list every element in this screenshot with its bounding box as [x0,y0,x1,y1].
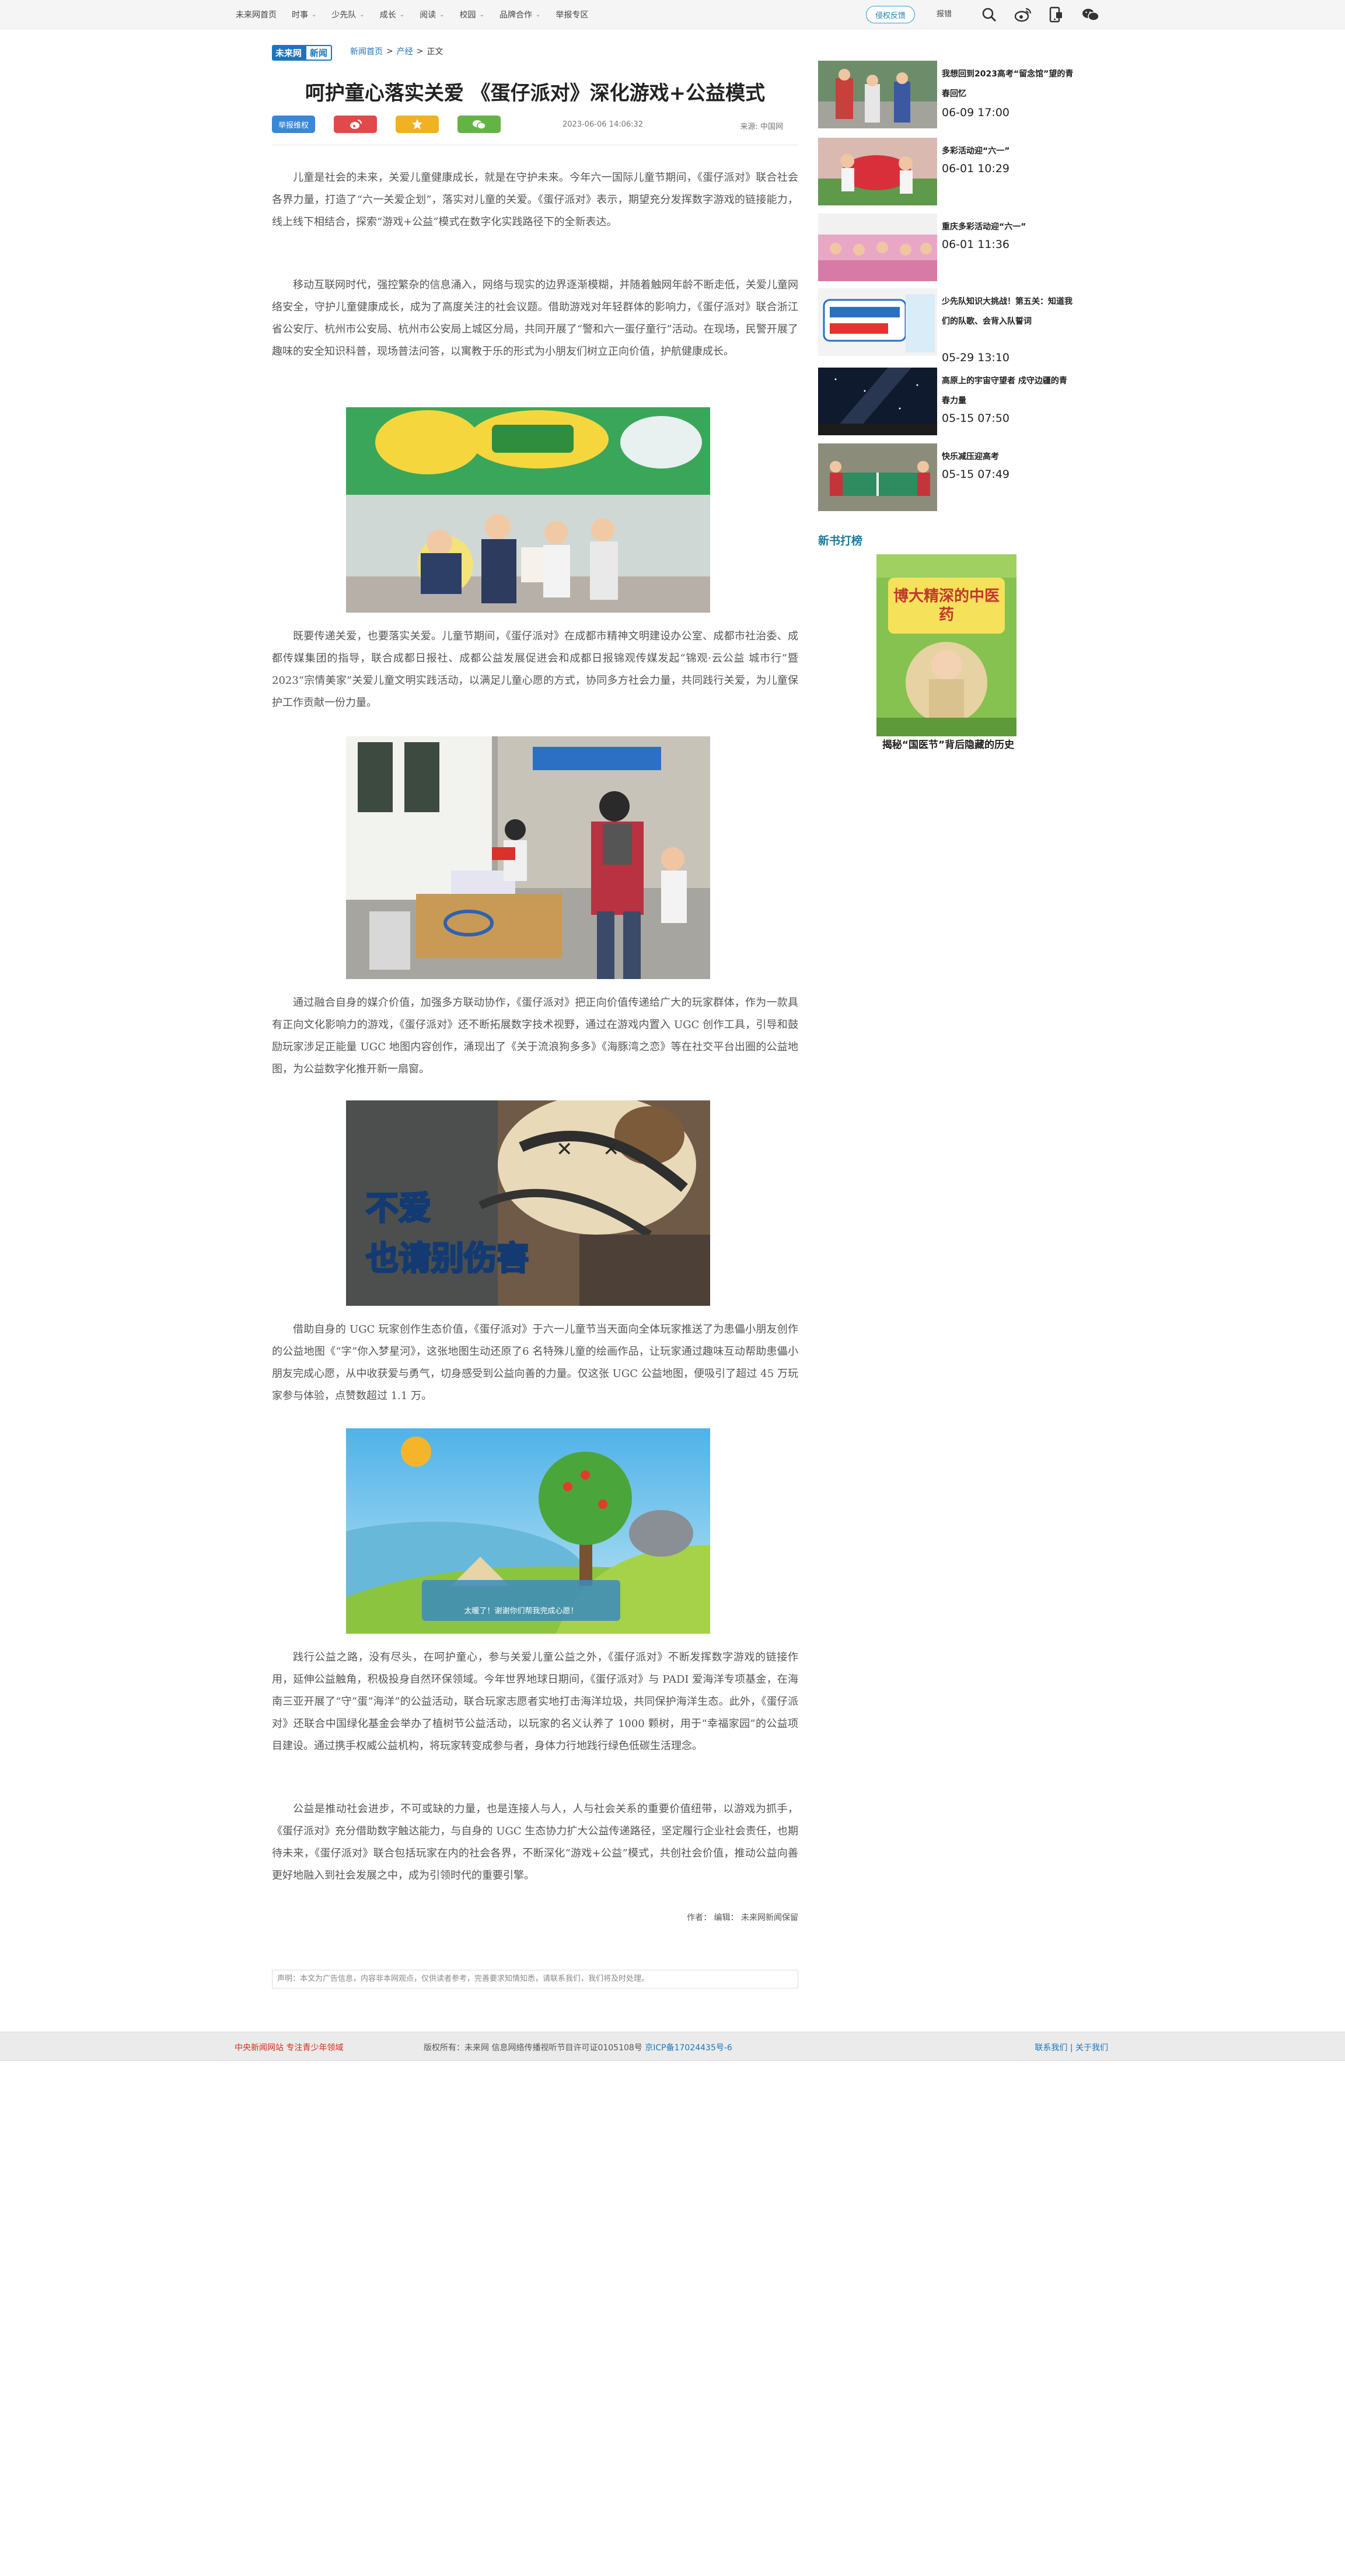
chevron-down-icon: ⌄ [439,11,445,18]
sidebar-news-date: 06-01 10:29 [942,162,1010,175]
mobile-icon[interactable] [1046,5,1065,25]
breadcrumb-section-link[interactable]: 产经 [397,46,413,57]
weibo-share-icon[interactable] [334,116,377,133]
breadcrumb-separator: > [416,47,424,56]
weibo-icon[interactable] [1013,5,1033,25]
article-paragraph: 儿童是社会的未来，关爱儿童健康成长，就是在守护未来。今年六一国际儿童节期间，《蛋… [272,172,798,228]
sidebar-news-item[interactable]: 高原上的宇宙守望者 戍守边疆的青春力量 05-15 07:50 [818,368,1075,438]
sidebar-thumbnail[interactable] [818,368,937,435]
sidebar-news-title[interactable]: 少先队知识大挑战！第五关：知道我们的队歌、会背入队誓词 [942,292,1074,331]
chevron-down-icon: ⌄ [479,11,484,18]
nav-item-home[interactable]: 未来网首页 [236,9,277,20]
game-overlay-text-line1: 不爱 [365,1189,432,1229]
sidebar-news-item[interactable]: 多彩活动迎“六一” 06-01 10:29 [818,138,1075,208]
book-caption[interactable]: 揭秘“国医节”背后隐藏的历史 [875,736,1021,751]
game-caption: 太暖了！谢谢你们帮我完成心愿！ [464,1607,578,1616]
footer-icp-link[interactable]: 京ICP备17024435号-6 [645,2043,732,2053]
publish-time: 2023-06-06 14:06:32 [563,120,644,129]
sidebar-news-item[interactable]: 快乐减压迎高考 05-15 07:49 [818,443,1075,513]
sidebar-thumbnail[interactable] [818,61,937,128]
sidebar-news-item[interactable]: 我想回到2023高考“留念馆”望的青春回忆 06-09 17:00 [818,61,1075,131]
logo-text-secondary: 新闻 [305,44,333,61]
qzone-share-icon[interactable] [396,116,439,133]
sidebar-thumbnail[interactable] [818,288,937,356]
sidebar-news-title[interactable]: 我想回到2023高考“留念馆”望的青春回忆 [942,64,1074,104]
nav-label: 未来网首页 [236,11,277,20]
article-photo-game-world: 太暖了！谢谢你们帮我完成心愿！ [346,1428,710,1634]
chevron-down-icon: ⌄ [359,11,365,18]
book-cover-title: 博大精深的中医药 [893,588,1000,624]
wechat-icon[interactable] [1081,5,1101,25]
nav-label: 时事 [292,11,308,20]
nav-item-report-zone[interactable]: 举报专区 [556,9,588,20]
top-bar: 未来网首页 时事 ⌄ 少先队 ⌄ 成长 ⌄ 阅读 ⌄ 校园 ⌄ 品牌合作 ⌄ 举报专区 侵权… [0,0,1345,29]
nav-label: 阅读 [420,11,436,20]
game-overlay-text-line2: 也请别伤害 [365,1239,530,1279]
footer-slogan: 中央新闻网站 专注青少年领域 [235,2043,344,2053]
logo-text-primary: 未来网 [272,44,306,61]
svg-text:✕: ✕ [556,1138,573,1161]
sidebar-news-date: 06-09 17:00 [942,106,1010,119]
article-source: 来源: 中国网 [740,123,783,131]
article-photo-donation-event [346,736,710,979]
wechat-share-icon[interactable] [457,116,501,133]
sidebar-news-item[interactable]: 重庆多彩活动迎“六一” 06-01 11:36 [818,214,1075,284]
nav-item-campus[interactable]: 校园 ⌄ [460,9,484,20]
search-icon[interactable] [979,5,999,25]
nav-label: 少先队 [331,11,357,20]
article-photo-game-screen: ✕ ✕ 不爱 也请别伤害 [346,1100,710,1306]
article-photo-police-event [346,407,710,613]
article-paragraph: 既要传递关爱，也要落实关爱。儿童节期间，《蛋仔派对》在成都市精神文明建设办公室、… [272,630,798,709]
author-editor-line: 作者： 编辑： 未来网新闻保留 [687,1913,798,1923]
sidebar-thumbnail[interactable] [818,443,937,511]
article-title: 呵护童心落实关爱 《蛋仔派对》深化游戏+公益模式 [305,82,766,105]
footer: 中央新闻网站 专注青少年领域 版权所有：未来网 信息网络传播视听节目许可证010… [0,2032,1345,2061]
sidebar-news-date: 05-29 13:10 [942,351,1010,364]
nav-label: 举报专区 [556,11,589,20]
sidebar-news-date: 05-15 07:49 [942,468,1010,481]
book-cover[interactable]: 博大精深的中医药 [876,554,1016,736]
disclaimer-box: 声明：本文为广告信息，内容非本网观点，仅供读者参考，完善要求知情知悉，请联系我们… [272,1970,798,1988]
sidebar-thumbnail[interactable] [818,138,937,205]
chevron-down-icon: ⌄ [399,11,405,18]
footer-copyright: 版权所有：未来网 信息网络传播视听节目许可证0105108号 京ICP备1702… [424,2042,732,2053]
rights-report-button[interactable]: 举报维权 [272,116,315,133]
sidebar-news-title[interactable]: 多彩活动迎“六一” [942,141,1074,161]
article-paragraph: 通过融合自身的媒介价值，加强多方联动协作，《蛋仔派对》把正向价值传递给广大的玩家… [272,997,798,1075]
article-paragraph: 践行公益之路，没有尽头，在呵护童心，参与关爱儿童公益之外，《蛋仔派对》不断发挥数… [272,1651,798,1752]
sidebar-news-date: 06-01 11:36 [942,238,1010,251]
svg-text:✕: ✕ [603,1138,620,1161]
breadcrumb: 新闻首页 > 产经 > 正文 [350,46,443,57]
sidebar-news-title[interactable]: 快乐减压迎高考 [942,447,1074,467]
nav-item-growth[interactable]: 成长 ⌄ [380,9,404,20]
nav-label: 成长 [379,11,396,20]
new-books-heading: 新书打榜 [818,534,863,547]
article-paragraph: 移动互联网时代，强控繁杂的信息涌入，网络与现实的边界逐渐模糊，并随着触网年龄不断… [272,279,798,358]
nav-item-news[interactable]: 时事 ⌄ [292,9,316,20]
sidebar-news-title[interactable]: 重庆多彩活动迎“六一” [942,217,1074,237]
nav-label: 校园 [459,11,476,20]
top-nav: 未来网首页 时事 ⌄ 少先队 ⌄ 成长 ⌄ 阅读 ⌄ 校园 ⌄ 品牌合作 ⌄ 举报专区 [236,0,588,29]
share-row: 举报维权 2023-06-06 14:06:32 来源: 中国网 [272,116,798,135]
footer-links[interactable]: 联系我们 | 关于我们 [1035,2042,1108,2053]
feedback-button[interactable]: 侵权反馈 [866,6,915,23]
sidebar-news-date: 05-15 07:50 [942,412,1010,425]
breadcrumb-home-link[interactable]: 新闻首页 [350,46,383,57]
article-paragraph: 公益是推动社会进步，不可或缺的力量，也是连接人与人，人与社会关系的重要价值纽带，… [272,1803,798,1882]
article-paragraph: 借助自身的 UGC 玩家创作生态价值，《蛋仔派对》于六一儿童节当天面向全体玩家推… [272,1323,798,1402]
sidebar-news-item[interactable]: 少先队知识大挑战！第五关：知道我们的队歌、会背入队誓词 05-29 13:10 [818,288,1075,364]
site-logo[interactable]: 未来网 新闻 [272,41,336,64]
footer-license-text: 版权所有：未来网 信息网络传播视听节目许可证0105108号 [424,2043,645,2053]
report-error-link[interactable]: 报错 [937,0,952,29]
chevron-down-icon: ⌄ [535,11,541,18]
chevron-down-icon: ⌄ [312,11,317,18]
nav-label: 品牌合作 [499,11,532,20]
breadcrumb-current: 正文 [427,47,443,57]
sidebar-thumbnail[interactable] [818,214,937,281]
nav-item-pioneers[interactable]: 少先队 ⌄ [331,9,364,20]
nav-item-reading[interactable]: 阅读 ⌄ [420,9,444,20]
nav-item-brand[interactable]: 品牌合作 ⌄ [499,9,540,20]
sidebar-news-title[interactable]: 高原上的宇宙守望者 戍守边疆的青春力量 [942,371,1074,411]
breadcrumb-separator: > [386,47,393,56]
